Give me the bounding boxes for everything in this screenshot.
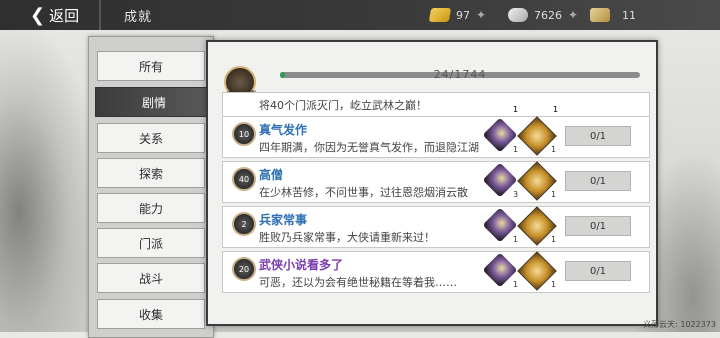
achievement-desc: 在少林苦修，不问世事，过往恩怨烟消云散 [259, 186, 468, 199]
achievement-progress: 0/1 [565, 126, 631, 146]
nav-label: 能力 [138, 201, 163, 216]
scroll-icon [590, 8, 610, 22]
footer-text: 义薄云天: 1022373 [643, 320, 716, 329]
nav-label: 所有 [138, 59, 163, 74]
reward-qty: 1 [513, 105, 519, 114]
achievement-row[interactable]: 40 高僧 在少林苦修，不问世事，过往恩怨烟消云散 3 1 0/1 [222, 161, 650, 203]
achievement-desc: 四年期满，你因为无誉真气发作，而退隐江湖 [259, 141, 479, 154]
points-progress-text: 24/1744 [433, 68, 487, 81]
achievement-name: 真气发作 [259, 123, 308, 137]
nav-item-ability[interactable]: 能力 [97, 193, 205, 223]
nav-label: 战斗 [138, 271, 163, 286]
achievement-panel: 成就点数 24/1744 将40个门派灭门，屹立武林之巅！ 1 1 10 真气发… [206, 40, 658, 326]
ink-wash-left [0, 30, 95, 332]
achievement-badge-icon: 40 [232, 167, 256, 191]
reward-qty: 1 [553, 105, 559, 114]
achievement-row[interactable]: 20 武侠小说看多了 可恶，还以为会有绝世秘籍在等着我…… 1 1 0/1 [222, 251, 650, 293]
nav-item-explore[interactable]: 探索 [97, 158, 205, 188]
silver-icon [508, 8, 528, 22]
achievement-row[interactable]: 将40个门派灭门，屹立武林之巅！ 1 1 [222, 92, 650, 118]
achievement-name: 武侠小说看多了 [259, 258, 344, 272]
title-divider [99, 0, 101, 30]
gold-value: 97 [456, 8, 470, 22]
reward-qty: 1 [551, 190, 557, 199]
nav-label: 收集 [138, 307, 163, 322]
achievement-desc: 将40个门派灭门，屹立武林之巅！ [259, 99, 427, 112]
reward-qty: 1 [551, 235, 557, 244]
achievement-desc: 胜败乃兵家常事，大侠请重新来过！ [259, 231, 435, 244]
achievement-badge-icon: 10 [232, 122, 256, 146]
reward-qty: 1 [513, 235, 519, 244]
achievement-badge-icon: 2 [232, 212, 256, 236]
achievement-progress: 0/1 [565, 171, 631, 191]
reward-qty: 1 [513, 145, 519, 154]
nav-label: 门派 [138, 236, 163, 251]
gold-resource: 97 ✦ [428, 5, 486, 25]
achievement-row[interactable]: 2 兵家常事 胜败乃兵家常事，大侠请重新来过！ 1 1 0/1 [222, 206, 650, 248]
back-label: 返回 [49, 6, 80, 25]
achievement-badge-icon: 20 [232, 257, 256, 281]
nav-item-collect[interactable]: 收集 [97, 299, 205, 329]
achievement-name: 兵家常事 [259, 213, 308, 227]
nav-item-relations[interactable]: 关系 [97, 123, 205, 153]
reward-qty: 1 [513, 280, 519, 289]
silver-resource: 7626 ✦ [508, 5, 578, 25]
page-title: 成就 [124, 10, 153, 25]
chevron-left-icon: ❮ [30, 4, 46, 26]
back-button[interactable]: ❮ 返回 [30, 4, 79, 26]
achievement-desc: 可恶，还以为会有绝世秘籍在等着我…… [259, 276, 457, 289]
silver-value: 7626 [534, 8, 562, 22]
gold-ingot-icon [428, 8, 452, 22]
nav-item-all[interactable]: 所有 [97, 51, 205, 81]
nav-item-battle[interactable]: 战斗 [97, 263, 205, 293]
add-gold-icon[interactable]: ✦ [476, 8, 486, 22]
nav-label: 探索 [138, 166, 163, 181]
achievement-name: 高僧 [259, 168, 284, 182]
achievement-row[interactable]: 10 真气发作 四年期满，你因为无誉真气发作，而退隐江湖 1 1 0/1 [222, 116, 650, 158]
reward-qty: 1 [551, 280, 557, 289]
scroll-resource: 11 [590, 5, 636, 25]
reward-qty: 3 [513, 190, 519, 199]
nav-label: 剧情 [141, 95, 166, 110]
achievement-progress: 0/1 [565, 261, 631, 281]
add-silver-icon[interactable]: ✦ [568, 8, 578, 22]
achievement-progress: 0/1 [565, 216, 631, 236]
nav-label: 关系 [138, 131, 163, 146]
scroll-value: 11 [622, 8, 636, 22]
top-bar: ❮ 返回 成就 97 ✦ 7626 ✦ 11 [0, 0, 720, 30]
nav-item-sect[interactable]: 门派 [97, 228, 205, 258]
nav-item-story[interactable]: 剧情 [95, 87, 213, 117]
reward-qty: 1 [551, 145, 557, 154]
category-nav: 所有 剧情 关系 探索 能力 门派 战斗 收集 [88, 36, 214, 338]
